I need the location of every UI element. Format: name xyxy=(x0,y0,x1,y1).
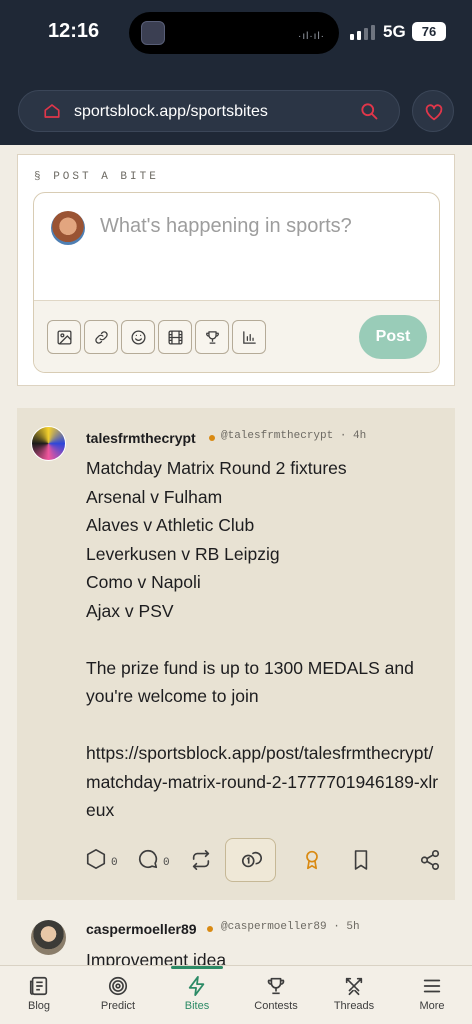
audio-wave-icon: ·ıl·ıl· xyxy=(298,31,325,42)
award-button[interactable] xyxy=(302,849,322,871)
post-body: Matchday Matrix Round 2 fixtures Arsenal… xyxy=(86,454,446,825)
hexagon-vote-icon xyxy=(86,849,106,869)
post-button[interactable]: Post xyxy=(359,315,427,359)
tab-blog[interactable]: Blog xyxy=(0,966,78,1024)
medal-dot-icon xyxy=(209,435,215,441)
address-bar[interactable]: sportsblock.app/sportsbites xyxy=(18,90,400,132)
now-playing-thumbnail xyxy=(141,21,165,45)
composer-input[interactable]: What's happening in sports? xyxy=(100,215,352,238)
post-line: The prize fund is up to 1300 MEDALS and … xyxy=(86,657,414,707)
post-line: Improvement idea xyxy=(86,950,227,965)
battery-indicator: 76 xyxy=(412,22,446,41)
bookmark-button[interactable] xyxy=(352,849,370,871)
blog-icon xyxy=(29,976,48,996)
menu-icon xyxy=(423,979,441,993)
repost-icon xyxy=(192,850,210,870)
browser-header: 12:16 ·ıl·ıl· 5G 76 sportsblock.app/spor… xyxy=(0,0,472,145)
emoji-icon xyxy=(130,329,146,345)
post-line xyxy=(86,625,446,654)
composer-section-label: § POST A BITE xyxy=(34,171,159,183)
medal-icon xyxy=(306,850,318,870)
composer-toolbar: Post xyxy=(34,300,439,372)
coins-icon xyxy=(241,851,262,868)
heart-icon xyxy=(425,104,443,121)
tab-label: Blog xyxy=(27,1000,51,1012)
author-username[interactable]: caspermoeller89 xyxy=(86,921,197,937)
post-line: Como v Napoli xyxy=(86,572,201,592)
author-avatar[interactable] xyxy=(31,426,66,461)
tab-bites[interactable]: Bites xyxy=(158,966,236,1024)
tab-label: Contests xyxy=(254,1000,298,1012)
vote-button[interactable]: 0 xyxy=(85,848,118,870)
bookmark-icon xyxy=(354,850,368,870)
bite-post: talesfrmthecrypt @talesfrmthecrypt · 4h … xyxy=(17,408,455,900)
tab-contests[interactable]: Contests xyxy=(237,966,315,1024)
target-icon xyxy=(108,976,128,996)
network-type: 5G xyxy=(383,22,406,41)
tab-threads[interactable]: Threads xyxy=(315,966,393,1024)
comment-button[interactable]: 0 xyxy=(137,848,170,870)
post-line: Leverkusen v RB Leipzig xyxy=(86,543,280,564)
post-line: Alaves v Athletic Club xyxy=(86,515,255,535)
tab-more[interactable]: More xyxy=(393,966,471,1024)
image-icon xyxy=(56,329,72,345)
tab-label: Threads xyxy=(333,1000,375,1012)
share-icon xyxy=(420,850,440,870)
add-emoji-button[interactable] xyxy=(121,320,155,354)
signal-icon xyxy=(350,24,375,40)
tab-label: Bites xyxy=(184,1000,210,1012)
author-avatar[interactable] xyxy=(31,920,66,955)
current-user-avatar[interactable] xyxy=(51,211,85,245)
vote-count: 0 xyxy=(111,857,118,869)
share-button[interactable] xyxy=(419,849,441,871)
add-image-button[interactable] xyxy=(47,320,81,354)
rebite-button[interactable] xyxy=(190,849,212,871)
swords-icon xyxy=(345,977,363,996)
link-icon xyxy=(94,330,108,344)
medal-dot-icon xyxy=(207,926,213,932)
composer-box: What's happening in sports? Post xyxy=(33,192,440,373)
dynamic-island: ·ıl·ıl· xyxy=(129,12,339,54)
bottom-tab-bar: Blog Predict Bites Contests Threads More xyxy=(0,965,472,1024)
tab-label: More xyxy=(419,1000,445,1012)
comment-count: 0 xyxy=(163,857,170,869)
author-handle-time: @talesfrmthecrypt · 4h xyxy=(221,430,367,442)
comment-icon xyxy=(138,849,158,869)
author-handle-time: @caspermoeller89 · 5h xyxy=(221,921,360,933)
trophy-icon xyxy=(267,977,285,995)
add-contest-button[interactable] xyxy=(195,320,229,354)
post-link[interactable]: https://sportsblock.app/post/talesfrmthe… xyxy=(86,739,446,825)
favorite-button[interactable] xyxy=(412,90,454,132)
bolt-icon xyxy=(188,975,205,997)
bite-post: caspermoeller89 @caspermoeller89 · 5h Im… xyxy=(17,903,455,965)
post-line: Arsenal v Fulham xyxy=(86,486,223,507)
film-icon xyxy=(167,329,183,345)
tab-predict[interactable]: Predict xyxy=(79,966,157,1024)
add-video-button[interactable] xyxy=(158,320,192,354)
tip-button[interactable] xyxy=(225,838,276,882)
trophy-icon xyxy=(205,330,219,344)
status-bar: 12:16 ·ıl·ıl· 5G 76 xyxy=(0,0,472,66)
url-text[interactable]: sportsblock.app/sportsbites xyxy=(74,103,268,121)
poll-icon xyxy=(242,330,256,344)
post-line: Matchday Matrix Round 2 fixtures xyxy=(86,458,347,478)
post-line: Ajax v PSV xyxy=(86,600,174,621)
add-poll-button[interactable] xyxy=(232,320,266,354)
post-line xyxy=(86,711,446,740)
search-icon[interactable] xyxy=(359,101,379,121)
tab-label: Predict xyxy=(100,1000,136,1012)
home-icon[interactable] xyxy=(43,102,61,120)
add-link-button[interactable] xyxy=(84,320,118,354)
post-composer: § POST A BITE What's happening in sports… xyxy=(17,154,455,386)
author-username[interactable]: talesfrmthecrypt xyxy=(86,430,196,446)
status-time: 12:16 xyxy=(48,20,100,42)
post-actions: 0 0 xyxy=(17,838,455,884)
